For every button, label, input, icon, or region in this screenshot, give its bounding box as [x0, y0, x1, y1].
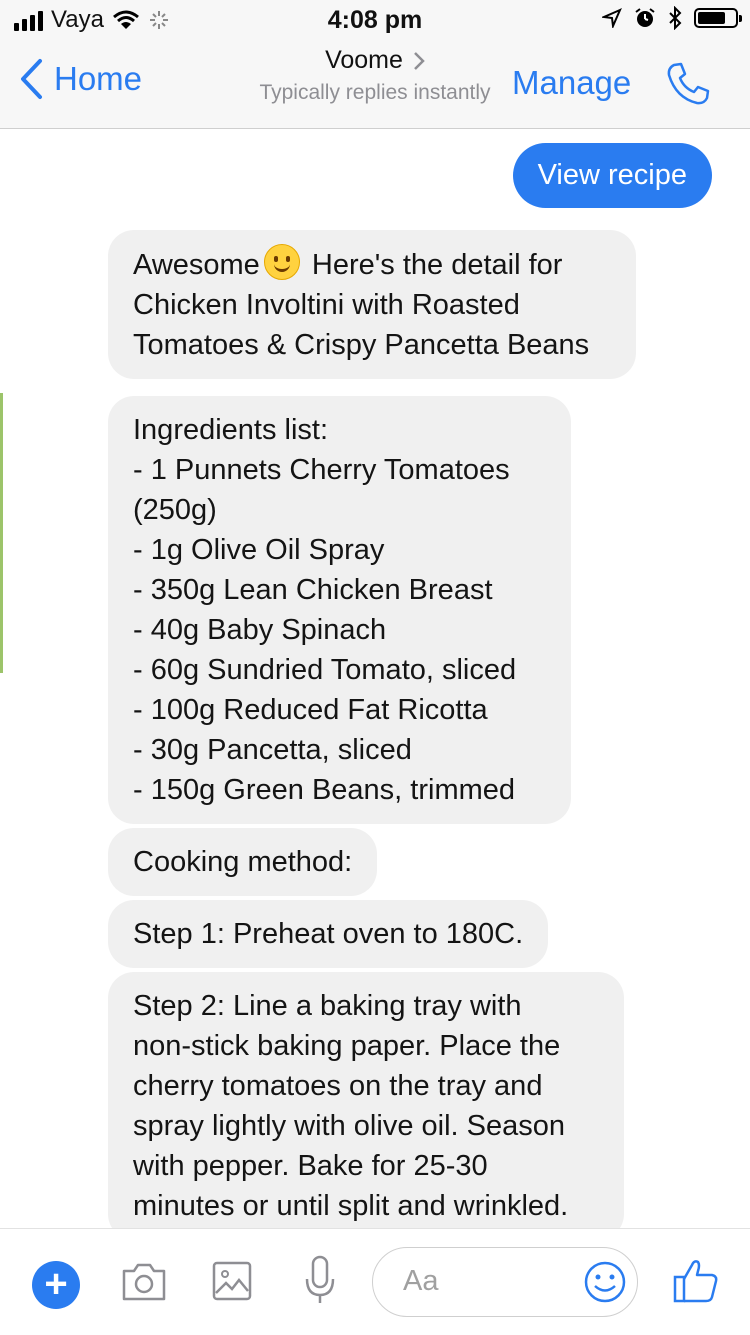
message-thread[interactable]: View recipe Awesome Here's the detail fo…: [0, 128, 750, 1228]
image-icon[interactable]: [212, 1259, 252, 1303]
camera-icon[interactable]: [120, 1259, 168, 1303]
alarm-icon: [635, 8, 655, 27]
step-2-line: Step 2: Line a baking tray with: [133, 990, 522, 1022]
thumbs-up-icon[interactable]: [672, 1257, 720, 1305]
conversation-header: Home Voome Typically replies instantly M…: [0, 40, 750, 129]
manage-button[interactable]: Manage: [512, 64, 631, 102]
microphone-icon[interactable]: [304, 1255, 336, 1307]
smiley-icon[interactable]: [583, 1260, 627, 1304]
message-composer: +: [0, 1228, 750, 1335]
step-2-line: minutes or until split and wrinkled.: [133, 1190, 569, 1222]
message-intro: Awesome Here's the detail for Chicken In…: [108, 230, 636, 379]
back-label: Home: [54, 60, 143, 97]
intro-line: Chicken Involtini with Roasted: [133, 289, 520, 321]
message-cooking-method: Cooking method:: [108, 828, 378, 896]
intro-line: Tomatoes & Crispy Pancetta Beans: [133, 329, 590, 361]
phone-icon[interactable]: [664, 60, 712, 108]
ingredient-line: - 30g Pancetta, sliced: [133, 734, 412, 766]
intro-rest: Here's the detail for: [303, 249, 563, 281]
step-2-line: with pepper. Bake for 25-30: [133, 1150, 488, 1182]
step-1-text: Step 1: Preheat oven to 180C.: [133, 918, 524, 950]
plus-icon[interactable]: +: [32, 1261, 80, 1309]
edge-decoration: [0, 393, 3, 673]
ingredient-line: - 1 Punnets Cherry Tomatoes: [133, 454, 510, 486]
contact-info[interactable]: Voome Typically replies instantly: [200, 46, 550, 105]
intro-lead: Awesome: [133, 249, 260, 281]
ingredient-line: - 350g Lean Chicken Breast: [133, 574, 493, 606]
contact-name: Voome: [325, 46, 403, 74]
ingredient-line: - 60g Sundried Tomato, sliced: [133, 654, 517, 686]
ingredient-line: - 1g Olive Oil Spray: [133, 534, 385, 566]
back-chevron-icon: [21, 59, 42, 99]
battery-icon: [694, 8, 742, 28]
step-2-line: spray lightly with olive oil. Season: [133, 1110, 565, 1142]
location-icon: [602, 8, 622, 28]
back-button[interactable]: Home: [18, 58, 142, 100]
status-bar: Vaya 4:08 pm: [0, 0, 750, 40]
view-recipe-message[interactable]: View recipe: [512, 143, 712, 208]
contact-status: Typically replies instantly: [259, 81, 491, 104]
ingredient-line: - 150g Green Beans, trimmed: [133, 774, 516, 806]
ingredient-line: - 100g Reduced Fat Ricotta: [133, 694, 488, 726]
message-step-2: Step 2: Line a baking tray with non-stic…: [108, 972, 624, 1228]
ingredient-line: Ingredients list:: [133, 414, 329, 446]
chevron-right-icon: [414, 51, 425, 70]
message-step-1: Step 1: Preheat oven to 180C.: [108, 900, 549, 968]
step-2-line: cherry tomatoes on the tray and: [133, 1070, 543, 1102]
ingredient-line: - 40g Baby Spinach: [133, 614, 387, 646]
message-ingredients: Ingredients list: - 1 Punnets Cherry Tom…: [108, 396, 571, 824]
bluetooth-icon: [669, 6, 682, 30]
step-2-line: non-stick baking paper. Place the: [133, 1030, 561, 1062]
message-input-container: [372, 1247, 638, 1317]
cooking-method-text: Cooking method:: [133, 846, 353, 878]
message-input[interactable]: [401, 1264, 585, 1299]
ingredient-line: (250g): [133, 494, 217, 526]
smiling-face-emoji: [263, 244, 300, 280]
